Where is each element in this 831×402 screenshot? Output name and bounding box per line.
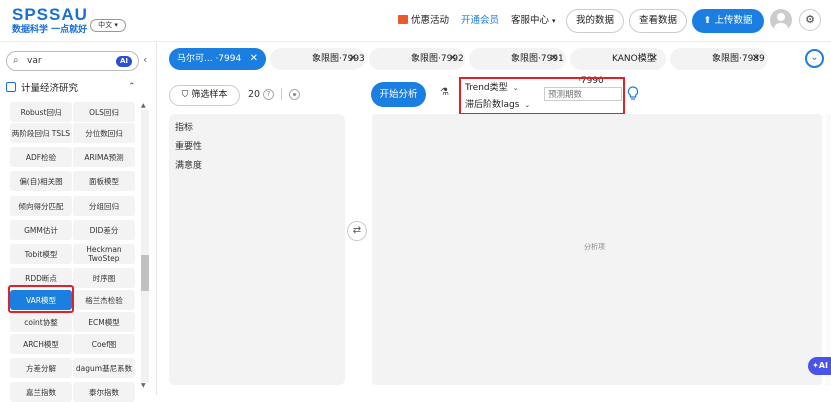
logo[interactable]: SPSSAU 数据科学 一点就好: [12, 6, 88, 36]
tab-0[interactable]: 马尔可... ·7994 ✕: [169, 48, 266, 70]
method-item[interactable]: 方差分解: [10, 358, 72, 378]
service-menu[interactable]: 客服中心 ▾: [511, 14, 556, 28]
ai-float-label: AI: [818, 361, 828, 370]
tab-4[interactable]: KANO模型·7990 ✕: [570, 48, 666, 86]
chevron-down-icon: ⌄: [512, 84, 519, 92]
close-icon[interactable]: ✕: [449, 48, 457, 70]
right-scrollbar[interactable]: [826, 114, 831, 385]
swap-icon[interactable]: ⇄: [347, 221, 367, 241]
method-item[interactable]: GMM估计: [10, 220, 72, 240]
close-icon[interactable]: ✕: [752, 48, 760, 70]
scroll-down-icon[interactable]: ▼: [141, 382, 146, 389]
language-label: 中文: [98, 21, 113, 29]
trend-select[interactable]: Trend类型 ⌄: [465, 80, 519, 93]
method-item[interactable]: 倾向得分匹配: [10, 196, 72, 216]
filter-sample-button[interactable]: ⛉ 筛选样本: [169, 85, 240, 106]
method-item[interactable]: ARCH模型: [10, 334, 72, 354]
avatar[interactable]: [770, 9, 792, 31]
search-icon: ⌕: [13, 55, 19, 66]
close-icon[interactable]: ✕: [650, 48, 658, 70]
forecast-periods-input[interactable]: [544, 87, 622, 101]
close-icon[interactable]: ✕: [550, 48, 558, 70]
filter-icon: ⛉: [181, 90, 189, 100]
chevron-up-icon[interactable]: ⌃: [128, 82, 136, 92]
method-item[interactable]: Heckman TwoStep: [73, 244, 135, 264]
close-icon[interactable]: ✕: [349, 48, 357, 70]
variable-list[interactable]: 指标 重要性 满意度: [169, 114, 345, 385]
method-item[interactable]: 格兰杰检验: [73, 290, 135, 310]
search-input[interactable]: ⌕ var AI: [6, 51, 139, 71]
method-item[interactable]: ARIMA预测: [73, 147, 135, 167]
selection-highlight: [8, 285, 74, 313]
lightbulb-icon[interactable]: [627, 86, 639, 102]
method-item[interactable]: Robust回归: [10, 102, 72, 122]
category-header[interactable]: 计量经济研究: [6, 80, 78, 94]
trend-label: Trend类型: [465, 83, 508, 93]
method-item[interactable]: coint协整: [10, 312, 72, 332]
collapse-sidebar-icon[interactable]: ‹: [143, 53, 155, 73]
method-item[interactable]: DID差分: [73, 220, 135, 240]
variable-item[interactable]: 指标: [175, 120, 193, 133]
upload-button[interactable]: ⬆ 上传数据: [692, 9, 764, 33]
tab-3[interactable]: 象限图·7991 ✕: [469, 48, 566, 70]
promo-link[interactable]: 优惠活动: [398, 14, 449, 28]
vip-link[interactable]: 开通会员: [461, 14, 499, 28]
method-item[interactable]: ECM模型: [73, 312, 135, 332]
chevron-down-icon: ▾: [552, 17, 556, 25]
logo-main: SPSSAU: [12, 5, 88, 24]
service-label: 客服中心: [511, 15, 550, 26]
sidebar-scroll-thumb[interactable]: [141, 255, 149, 291]
category-title: 计量经济研究: [21, 83, 79, 94]
method-item[interactable]: 分位数回归: [73, 123, 135, 143]
lags-select[interactable]: 滞后阶数lags ⌄: [465, 97, 530, 110]
tab-more-icon[interactable]: ⌄: [805, 49, 824, 68]
method-item[interactable]: 两阶段回归 TSLS: [10, 123, 72, 143]
view-data-button[interactable]: 查看数据: [629, 9, 687, 33]
method-item[interactable]: Tobit模型: [10, 244, 72, 264]
lags-label: 滞后阶数lags: [465, 100, 520, 110]
divider: [281, 88, 282, 100]
scroll-up-icon[interactable]: ▲: [141, 102, 146, 109]
variable-item[interactable]: 重要性: [175, 139, 202, 152]
language-switch[interactable]: 中文 ▾: [90, 19, 126, 32]
my-data-button[interactable]: 我的数据: [566, 9, 624, 33]
method-item[interactable]: OLS回归: [73, 102, 135, 122]
start-analysis-button[interactable]: 开始分析: [371, 82, 426, 107]
method-item[interactable]: 泰尔指数: [73, 382, 135, 402]
help-icon[interactable]: ?: [263, 89, 274, 100]
analysis-area-label: 分析项: [584, 243, 605, 251]
upload-icon: ⬆: [703, 15, 712, 26]
category-icon: [6, 82, 16, 92]
ai-float-button[interactable]: ✦AI: [808, 357, 831, 375]
ai-badge[interactable]: AI: [116, 56, 132, 67]
tab-2[interactable]: 象限图·7992 ✕: [369, 48, 465, 70]
sample-count: 20: [248, 89, 261, 100]
method-item[interactable]: 分组回归: [73, 196, 135, 216]
method-item[interactable]: dagum基尼系数: [73, 358, 135, 378]
method-item[interactable]: 偏(自)相关图: [10, 171, 72, 191]
close-icon[interactable]: ✕: [250, 48, 258, 70]
tab-1[interactable]: 象限图·7993 ✕: [270, 48, 365, 70]
radio-toggle[interactable]: [289, 89, 300, 100]
method-item[interactable]: 面板模型: [73, 171, 135, 191]
sidebar-scrollbar[interactable]: [141, 110, 149, 382]
method-item[interactable]: Coef图: [73, 334, 135, 354]
search-value: var: [27, 56, 42, 66]
tab-label: 马尔可... ·7994: [177, 54, 242, 64]
variable-item[interactable]: 满意度: [175, 158, 202, 171]
method-item[interactable]: 嘉兰指数: [10, 382, 72, 402]
method-item[interactable]: 时序图: [73, 268, 135, 288]
filter-label: 筛选样本: [191, 90, 228, 100]
logo-subtitle: 数据科学 一点就好: [12, 25, 88, 35]
upload-label: 上传数据: [714, 15, 753, 26]
tab-5[interactable]: 象限图·7989 ✕: [670, 48, 768, 70]
method-item[interactable]: ADF检验: [10, 147, 72, 167]
gift-icon: [398, 15, 408, 24]
promo-label: 优惠活动: [411, 15, 450, 26]
flask-icon[interactable]: ⚗: [440, 87, 449, 98]
gear-icon[interactable]: ⚙: [799, 9, 821, 31]
chevron-down-icon: ⌄: [524, 101, 531, 109]
